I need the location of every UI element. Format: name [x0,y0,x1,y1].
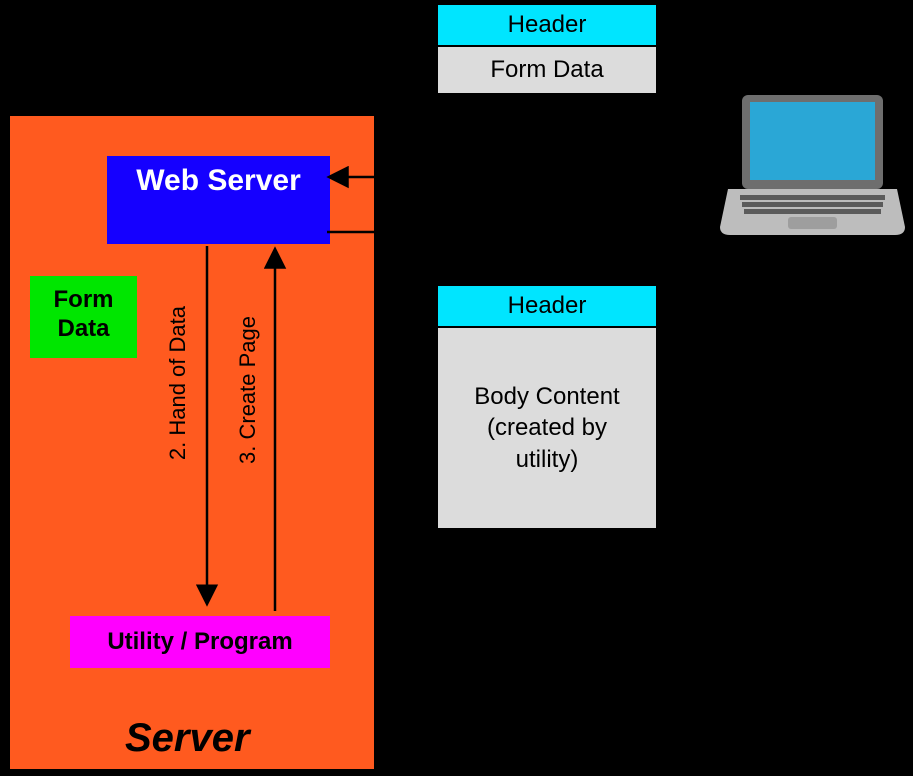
response-packet-body: Body Content (created by utility) [436,328,658,530]
form-data-box: Form Data [30,276,137,358]
web-server-box: Web Server [107,156,330,244]
request-packet-header: Header [436,3,658,47]
server-title: Server [125,716,250,761]
step-3-label: 3. Create Page [235,316,261,464]
server-container: Web Server Form Data Utility / Program 2… [7,113,377,772]
step-2-label: 2. Hand of Data [165,306,191,460]
response-packet: Header Body Content (created by utility) [436,284,658,530]
response-packet-header: Header [436,284,658,328]
request-packet: Header Form Data [436,3,658,95]
client-laptop-icon [720,95,905,235]
request-packet-body: Form Data [436,47,658,95]
utility-program-box: Utility / Program [70,616,330,668]
